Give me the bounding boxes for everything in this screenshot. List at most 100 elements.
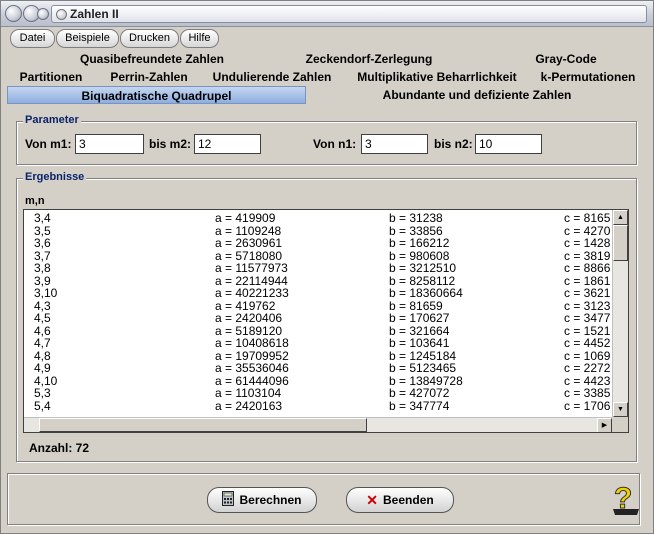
result-c: c = 3477 — [564, 311, 611, 325]
scroll-right-button[interactable]: ▶ — [597, 418, 612, 432]
result-a: a = 419909 — [215, 212, 276, 225]
scroll-down-button[interactable]: ▼ — [613, 402, 628, 417]
result-row[interactable]: 4,10 a = 61444096 b = 13849728 c = 4423 — [24, 374, 612, 388]
result-b: b = 170627 — [389, 311, 450, 325]
calculator-icon — [222, 491, 235, 509]
result-a: a = 35536046 — [215, 361, 289, 375]
result-row[interactable]: 4,5 a = 2420406 b = 170627 c = 3477 — [24, 312, 612, 325]
result-row[interactable]: 5,3 a = 1103104 b = 427072 c = 3385 — [24, 387, 612, 400]
title-field: Zahlen II — [51, 5, 647, 23]
close-window-button[interactable] — [5, 5, 22, 22]
zoom-window-button[interactable] — [37, 8, 49, 20]
horizontal-scroll-thumb[interactable] — [39, 418, 367, 432]
results-column-header: m,n — [25, 195, 45, 207]
button-panel — [7, 473, 640, 525]
bis-m2-input[interactable] — [194, 134, 261, 154]
result-row[interactable]: 4,8 a = 19709952 b = 1245184 c = 1069 — [24, 349, 612, 363]
berechnen-label: Berechnen — [239, 493, 302, 507]
title-bar: Zahlen II — [1, 1, 653, 27]
tab-perrin-zahlen[interactable]: Perrin-Zahlen — [101, 68, 197, 86]
result-row[interactable]: 3,5 a = 1109248 b = 33856 c = 4270 — [24, 224, 612, 238]
result-mn: 3,6 — [34, 236, 51, 250]
result-mn: 4,5 — [34, 311, 51, 325]
tab-abundante-und-defiziente-zahlen[interactable]: Abundante und defiziente Zahlen — [313, 86, 641, 104]
result-b: b = 166212 — [389, 236, 450, 250]
tab-quasibefreundete-zahlen[interactable]: Quasibefreundete Zahlen — [7, 50, 297, 68]
result-c: c = 3385 — [564, 386, 611, 400]
menu-hilfe[interactable]: Hilfe — [180, 29, 219, 48]
bis-n2-label: bis n2: — [434, 137, 473, 151]
result-mn: 3,4 — [34, 212, 51, 225]
menu-datei[interactable]: Datei — [10, 29, 55, 48]
result-mn: 5,4 — [34, 398, 51, 413]
result-a: a = 40221233 — [215, 286, 289, 300]
result-c: c = 8866 — [564, 261, 611, 275]
berechnen-button[interactable]: Berechnen — [207, 487, 317, 513]
result-row[interactable]: 3,7 a = 5718080 b = 980608 c = 3819 — [24, 249, 612, 263]
result-a: a = 10408618 — [215, 336, 289, 350]
result-row[interactable]: 4,9 a = 35536046 b = 5123465 c = 2272 — [24, 362, 612, 375]
beenden-label: Beenden — [383, 493, 434, 507]
results-listbox[interactable]: 3,4 a = 419909 b = 31238 c = 8165 3,5 a = 110… — [23, 209, 629, 433]
result-a: a = 2420163 — [215, 398, 283, 413]
window-title: Zahlen II — [70, 7, 119, 21]
von-m1-label: Von m1: — [25, 137, 72, 151]
result-row[interactable]: 3,6 a = 2630961 b = 166212 c = 1428 — [24, 237, 612, 250]
result-row[interactable]: 3,4 a = 419909 b = 31238 c = 8165 — [24, 212, 612, 225]
result-row[interactable]: 3,10 a = 40221233 b = 18360664 c = 3621 — [24, 287, 612, 300]
result-row[interactable]: 4,3 a = 419762 b = 81659 c = 3123 — [24, 299, 612, 313]
result-a: a = 11577973 — [215, 261, 288, 275]
result-b: b = 427072 — [389, 386, 450, 400]
result-a: a = 1103104 — [215, 386, 282, 400]
result-row[interactable]: 4,6 a = 5189120 b = 321664 c = 1521 — [24, 324, 612, 338]
result-mn: 3,10 — [34, 286, 58, 300]
result-c: c = 2272 — [564, 361, 611, 375]
result-b: b = 5123465 — [389, 361, 457, 375]
bis-n2-input[interactable] — [475, 134, 542, 154]
window-icon — [56, 9, 67, 20]
tab-biquadratische-quadrupel[interactable]: Biquadratische Quadrupel — [7, 86, 306, 104]
bis-m2-label: bis m2: — [149, 137, 192, 151]
result-c: c = 3621 — [564, 286, 611, 300]
app-window: Zahlen II Datei Beispiele Drucken Hilfe … — [0, 0, 654, 534]
horizontal-scrollbar[interactable]: ▶ — [24, 417, 612, 432]
tab-partitionen[interactable]: Partitionen — [7, 68, 95, 86]
result-c: c = 1706 — [564, 398, 611, 413]
vertical-scrollbar[interactable]: ▲ ▼ — [612, 210, 628, 417]
svg-text:?: ? — [614, 482, 632, 515]
result-b: b = 347774 — [389, 398, 450, 413]
menu-drucken[interactable]: Drucken — [120, 29, 179, 48]
results-group-title: Ergebnisse — [23, 171, 87, 183]
tab-gray-code[interactable]: Gray-Code — [507, 50, 625, 68]
result-row[interactable]: 3,8 a = 11577973 b = 3212510 c = 8866 — [24, 262, 612, 275]
red-x-icon: ✕ — [366, 491, 379, 508]
tab-k-permutationen[interactable]: k-Permutationen — [533, 68, 643, 86]
result-count: Anzahl: 72 — [29, 441, 90, 455]
parameter-group-title: Parameter — [23, 114, 81, 126]
scroll-up-button[interactable]: ▲ — [613, 210, 628, 225]
results-rows: 3,4 a = 419909 b = 31238 c = 8165 3,5 a = 110… — [24, 212, 612, 418]
result-c: c = 8165 — [564, 212, 611, 225]
result-row[interactable]: 5,4 a = 2420163 b = 347774 c = 1706 — [24, 398, 612, 413]
result-a: a = 2630961 — [215, 236, 283, 250]
result-mn: 5,3 — [34, 386, 51, 400]
tab-undulierende-zahlen[interactable]: Undulierende Zahlen — [205, 68, 339, 86]
result-row[interactable]: 4,7 a = 10408618 b = 103641 c = 4452 — [24, 337, 612, 350]
von-n1-input[interactable] — [361, 134, 428, 154]
menu-beispiele[interactable]: Beispiele — [56, 29, 119, 48]
result-b: b = 3212510 — [389, 261, 457, 275]
result-mn: 4,7 — [34, 336, 51, 350]
result-c: c = 1428 — [564, 236, 611, 250]
result-b: b = 18360664 — [389, 286, 463, 300]
result-row[interactable]: 3,9 a = 22114944 b = 8258112 c = 1861 — [24, 274, 612, 288]
vertical-scroll-thumb[interactable] — [613, 225, 628, 261]
question-mark-icon[interactable]: ? — [609, 479, 643, 519]
von-m1-input[interactable] — [75, 134, 144, 154]
beenden-button[interactable]: ✕ Beenden — [346, 487, 454, 513]
result-b: b = 103641 — [389, 336, 450, 350]
von-n1-label: Von n1: — [313, 137, 357, 151]
result-mn: 3,8 — [34, 261, 51, 275]
result-mn: 4,9 — [34, 361, 51, 375]
tab-multiplikative-beharrlichkeit[interactable]: Multiplikative Beharrlichkeit — [351, 68, 523, 86]
tab-zeckendorf-zerlegung[interactable]: Zeckendorf-Zerlegung — [269, 50, 469, 68]
